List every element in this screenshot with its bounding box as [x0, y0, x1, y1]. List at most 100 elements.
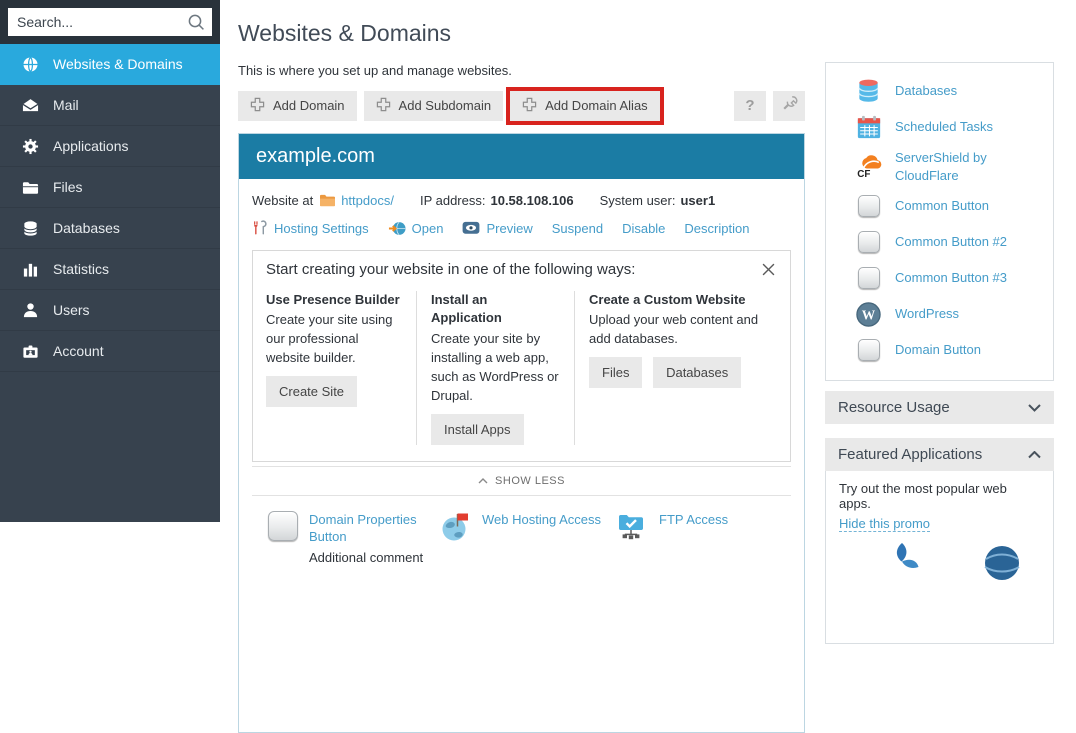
resource-usage-header[interactable]: Resource Usage — [825, 391, 1054, 424]
close-icon[interactable] — [760, 261, 777, 278]
suspend-link[interactable]: Suspend — [552, 221, 603, 236]
system-user-label: System user: — [600, 193, 676, 208]
plus-icon — [522, 97, 537, 115]
add-domain-label: Add Domain — [273, 98, 345, 113]
right-tool-label: Common Button #2 — [895, 233, 1007, 251]
featured-applications-title: Featured Applications — [838, 446, 982, 463]
sidebar-item-label: Databases — [53, 220, 120, 236]
silver-button-icon — [858, 195, 880, 217]
additional-comment: Additional comment — [309, 550, 440, 565]
sidebar-item-websites-domains[interactable]: Websites & Domains — [0, 44, 220, 85]
silver-button-icon — [268, 511, 298, 541]
sidebar-item-label: Statistics — [53, 261, 109, 277]
create-site-button[interactable]: Create Site — [266, 376, 357, 407]
sidebar-item-label: Files — [53, 179, 83, 195]
files-button[interactable]: Files — [589, 357, 642, 388]
ip-label: IP address: — [420, 193, 486, 208]
ftp-access-link[interactable]: FTP Access — [659, 511, 728, 529]
domain-properties-link[interactable]: Domain Properties Button — [309, 511, 440, 546]
right-tool-label: ServerShield by CloudFlare — [895, 149, 1043, 184]
sidebar-item-mail[interactable]: Mail — [0, 85, 220, 126]
promo-header: Start creating your website in one of th… — [266, 261, 777, 278]
web-hosting-access-link[interactable]: Web Hosting Access — [482, 511, 601, 529]
promo-col-heading: Create a Custom Website — [589, 291, 777, 310]
plesk-websites-domains-page: { "colors": { "accent_blue": "#29a9dd", … — [0, 0, 1076, 522]
domain-card-body: Website at httpdocs/ IP address: 10.58.1… — [239, 179, 804, 565]
help-button[interactable]: ? — [734, 91, 766, 121]
open-site-link[interactable]: Open — [388, 220, 444, 237]
add-domain-alias-label: Add Domain Alias — [545, 98, 648, 113]
docroot-link[interactable]: httpdocs/ — [341, 193, 394, 208]
app-logo-icon[interactable] — [881, 541, 923, 583]
right-tool-common-button-3[interactable]: Common Button #3 — [826, 260, 1053, 296]
system-user-value: user1 — [680, 193, 715, 208]
sidebar-item-applications[interactable]: Applications — [0, 126, 220, 167]
plus-icon — [376, 97, 391, 115]
right-tool-label: Common Button #3 — [895, 269, 1007, 287]
featured-applications-header[interactable]: Featured Applications — [825, 438, 1054, 471]
promo-col-text: Create your site using our professional … — [266, 311, 402, 368]
domain-properties-tool: Domain Properties Button Additional comm… — [268, 511, 440, 565]
show-less-toggle[interactable]: SHOW LESS — [252, 466, 791, 496]
web-hosting-access-tool: Web Hosting Access — [440, 511, 617, 565]
open-label: Open — [412, 221, 444, 236]
promo-columns: Use Presence Builder Create your site us… — [266, 291, 777, 445]
page-subtitle: This is where you set up and manage webs… — [238, 63, 805, 78]
question-icon: ? — [745, 97, 754, 114]
add-subdomain-button[interactable]: Add Subdomain — [364, 91, 504, 121]
right-tool-label: Domain Button — [895, 341, 981, 359]
promo-title: Start creating your website in one of th… — [266, 261, 635, 278]
user-icon — [21, 301, 39, 319]
calendar-icon — [855, 113, 882, 141]
main-content: Websites & Domains This is where you set… — [238, 0, 805, 733]
right-tool-scheduled-tasks[interactable]: Scheduled Tasks — [826, 109, 1053, 145]
right-tool-servershield[interactable]: CF ServerShield by CloudFlare — [826, 145, 1053, 188]
right-tool-label: Common Button — [895, 197, 989, 215]
search-bar — [0, 0, 220, 44]
right-tool-common-button[interactable]: Common Button — [826, 188, 1053, 224]
disable-link[interactable]: Disable — [622, 221, 665, 236]
promo-col-text: Upload your web content and add database… — [589, 311, 777, 349]
right-tool-wordpress[interactable]: W WordPress — [826, 296, 1053, 332]
domain-actions-row: Hosting Settings Open Preview Suspend Di… — [252, 220, 791, 237]
sidebar-item-account[interactable]: Account — [0, 331, 220, 372]
app-logo-icon[interactable] — [981, 541, 1023, 583]
sidebar-item-label: Mail — [53, 97, 79, 113]
domain-info-row: Website at httpdocs/ IP address: 10.58.1… — [252, 193, 791, 208]
hosting-settings-link[interactable]: Hosting Settings — [252, 220, 369, 236]
sidebar-item-users[interactable]: Users — [0, 290, 220, 331]
description-link[interactable]: Description — [684, 221, 749, 236]
databases-button[interactable]: Databases — [653, 357, 741, 388]
sidebar-item-files[interactable]: Files — [0, 167, 220, 208]
featured-applications-body: Try out the most popular web apps. Hide … — [825, 471, 1054, 644]
chevron-down-icon — [1028, 404, 1041, 412]
sidebar-item-statistics[interactable]: Statistics — [0, 249, 220, 290]
featured-app-logos — [839, 532, 1040, 583]
search-input[interactable] — [8, 8, 212, 36]
domain-name: example.com — [239, 134, 804, 179]
silver-button-icon — [858, 339, 880, 361]
right-tool-label: Scheduled Tasks — [895, 118, 993, 136]
add-domain-alias-button[interactable]: Add Domain Alias — [510, 91, 660, 121]
wrench-icon — [781, 95, 798, 116]
promo-col-buttons: Files Databases — [589, 349, 777, 388]
right-tool-common-button-2[interactable]: Common Button #2 — [826, 224, 1053, 260]
install-apps-button[interactable]: Install Apps — [431, 414, 524, 445]
right-tool-databases[interactable]: Databases — [826, 73, 1053, 109]
sidebar-item-label: Account — [53, 343, 104, 359]
settings-button[interactable] — [773, 91, 805, 121]
add-domain-button[interactable]: Add Domain — [238, 91, 357, 121]
preview-link[interactable]: Preview — [462, 221, 532, 236]
add-subdomain-label: Add Subdomain — [399, 98, 492, 113]
right-tool-domain-button[interactable]: Domain Button — [826, 332, 1053, 368]
id-badge-icon — [21, 342, 39, 360]
website-at-label: Website at — [252, 193, 313, 208]
right-tool-label: WordPress — [895, 305, 959, 323]
promo-col-heading: Install an Application — [431, 291, 560, 329]
sidebar-item-label: Websites & Domains — [53, 56, 183, 72]
promo-col-text: Create your site by installing a web app… — [431, 330, 560, 405]
sidebar-item-databases[interactable]: Databases — [0, 208, 220, 249]
hide-promo-link[interactable]: Hide this promo — [839, 516, 930, 532]
folder-orange-icon — [319, 193, 336, 208]
globe-icon — [21, 55, 39, 73]
